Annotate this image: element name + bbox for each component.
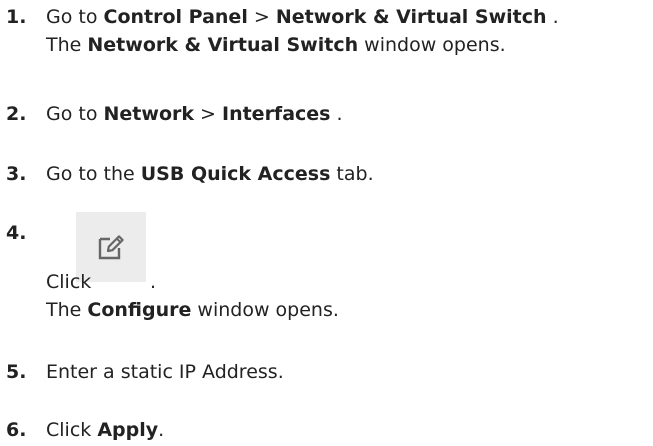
- text: Click: [46, 271, 92, 293]
- step-4: 4. Click The Configure window opens. .: [0, 212, 653, 340]
- step-number: 5.: [6, 361, 27, 383]
- edit-icon: [96, 232, 126, 262]
- ui-term: Apply: [97, 419, 159, 441]
- step-line: Go to the USB Quick Access tab.: [46, 161, 374, 189]
- step-line: The Network & Virtual Switch window open…: [46, 32, 559, 60]
- procedure-steps: 1. Go to Control Panel > Network & Virtu…: [0, 0, 653, 446]
- step-number: 1.: [6, 6, 27, 28]
- step-number: 3.: [6, 163, 27, 185]
- step-text: Click Apply.: [46, 417, 164, 445]
- text: window opens.: [358, 34, 506, 56]
- step-text: Go to the USB Quick Access tab.: [46, 161, 374, 189]
- step-text: Click The Configure window opens.: [46, 269, 339, 325]
- text: Click: [46, 419, 98, 441]
- step-line: Go to Control Panel > Network & Virtual …: [46, 4, 559, 32]
- ui-term: Network & Virtual Switch: [87, 34, 359, 56]
- text: .: [546, 6, 559, 28]
- text: Go to the: [46, 163, 141, 185]
- text: The: [46, 299, 88, 321]
- step-line: Enter a static IP Address.: [46, 359, 284, 387]
- step-line: Go to Network > Interfaces .: [46, 101, 343, 129]
- ui-term: Network & Virtual Switch: [275, 6, 547, 28]
- text: >: [247, 6, 276, 28]
- text: Go to: [46, 6, 104, 28]
- step-text: Enter a static IP Address.: [46, 359, 284, 387]
- step-line: Click Apply.: [46, 417, 164, 445]
- text: tab.: [330, 163, 374, 185]
- ui-term: Control Panel: [103, 6, 248, 28]
- step-number: 2.: [6, 103, 27, 125]
- step-number: 4.: [6, 222, 27, 244]
- ui-term: Interfaces: [222, 103, 331, 125]
- text: Go to: [46, 103, 104, 125]
- text: .: [158, 419, 165, 441]
- period: .: [150, 271, 157, 293]
- text: .: [330, 103, 343, 125]
- step-line: Click: [46, 269, 339, 297]
- text: Enter a static IP Address.: [46, 361, 284, 383]
- ui-term: Configure: [87, 299, 192, 321]
- text: >: [194, 103, 222, 125]
- step-text: Go to Control Panel > Network & Virtual …: [46, 4, 559, 60]
- step-line: The Configure window opens.: [46, 297, 339, 325]
- text: window opens.: [191, 299, 339, 321]
- text: The: [46, 34, 88, 56]
- step-text: Go to Network > Interfaces .: [46, 101, 343, 129]
- step-number: 6.: [6, 419, 27, 441]
- ui-term: USB Quick Access: [140, 163, 331, 185]
- ui-term: Network: [103, 103, 194, 125]
